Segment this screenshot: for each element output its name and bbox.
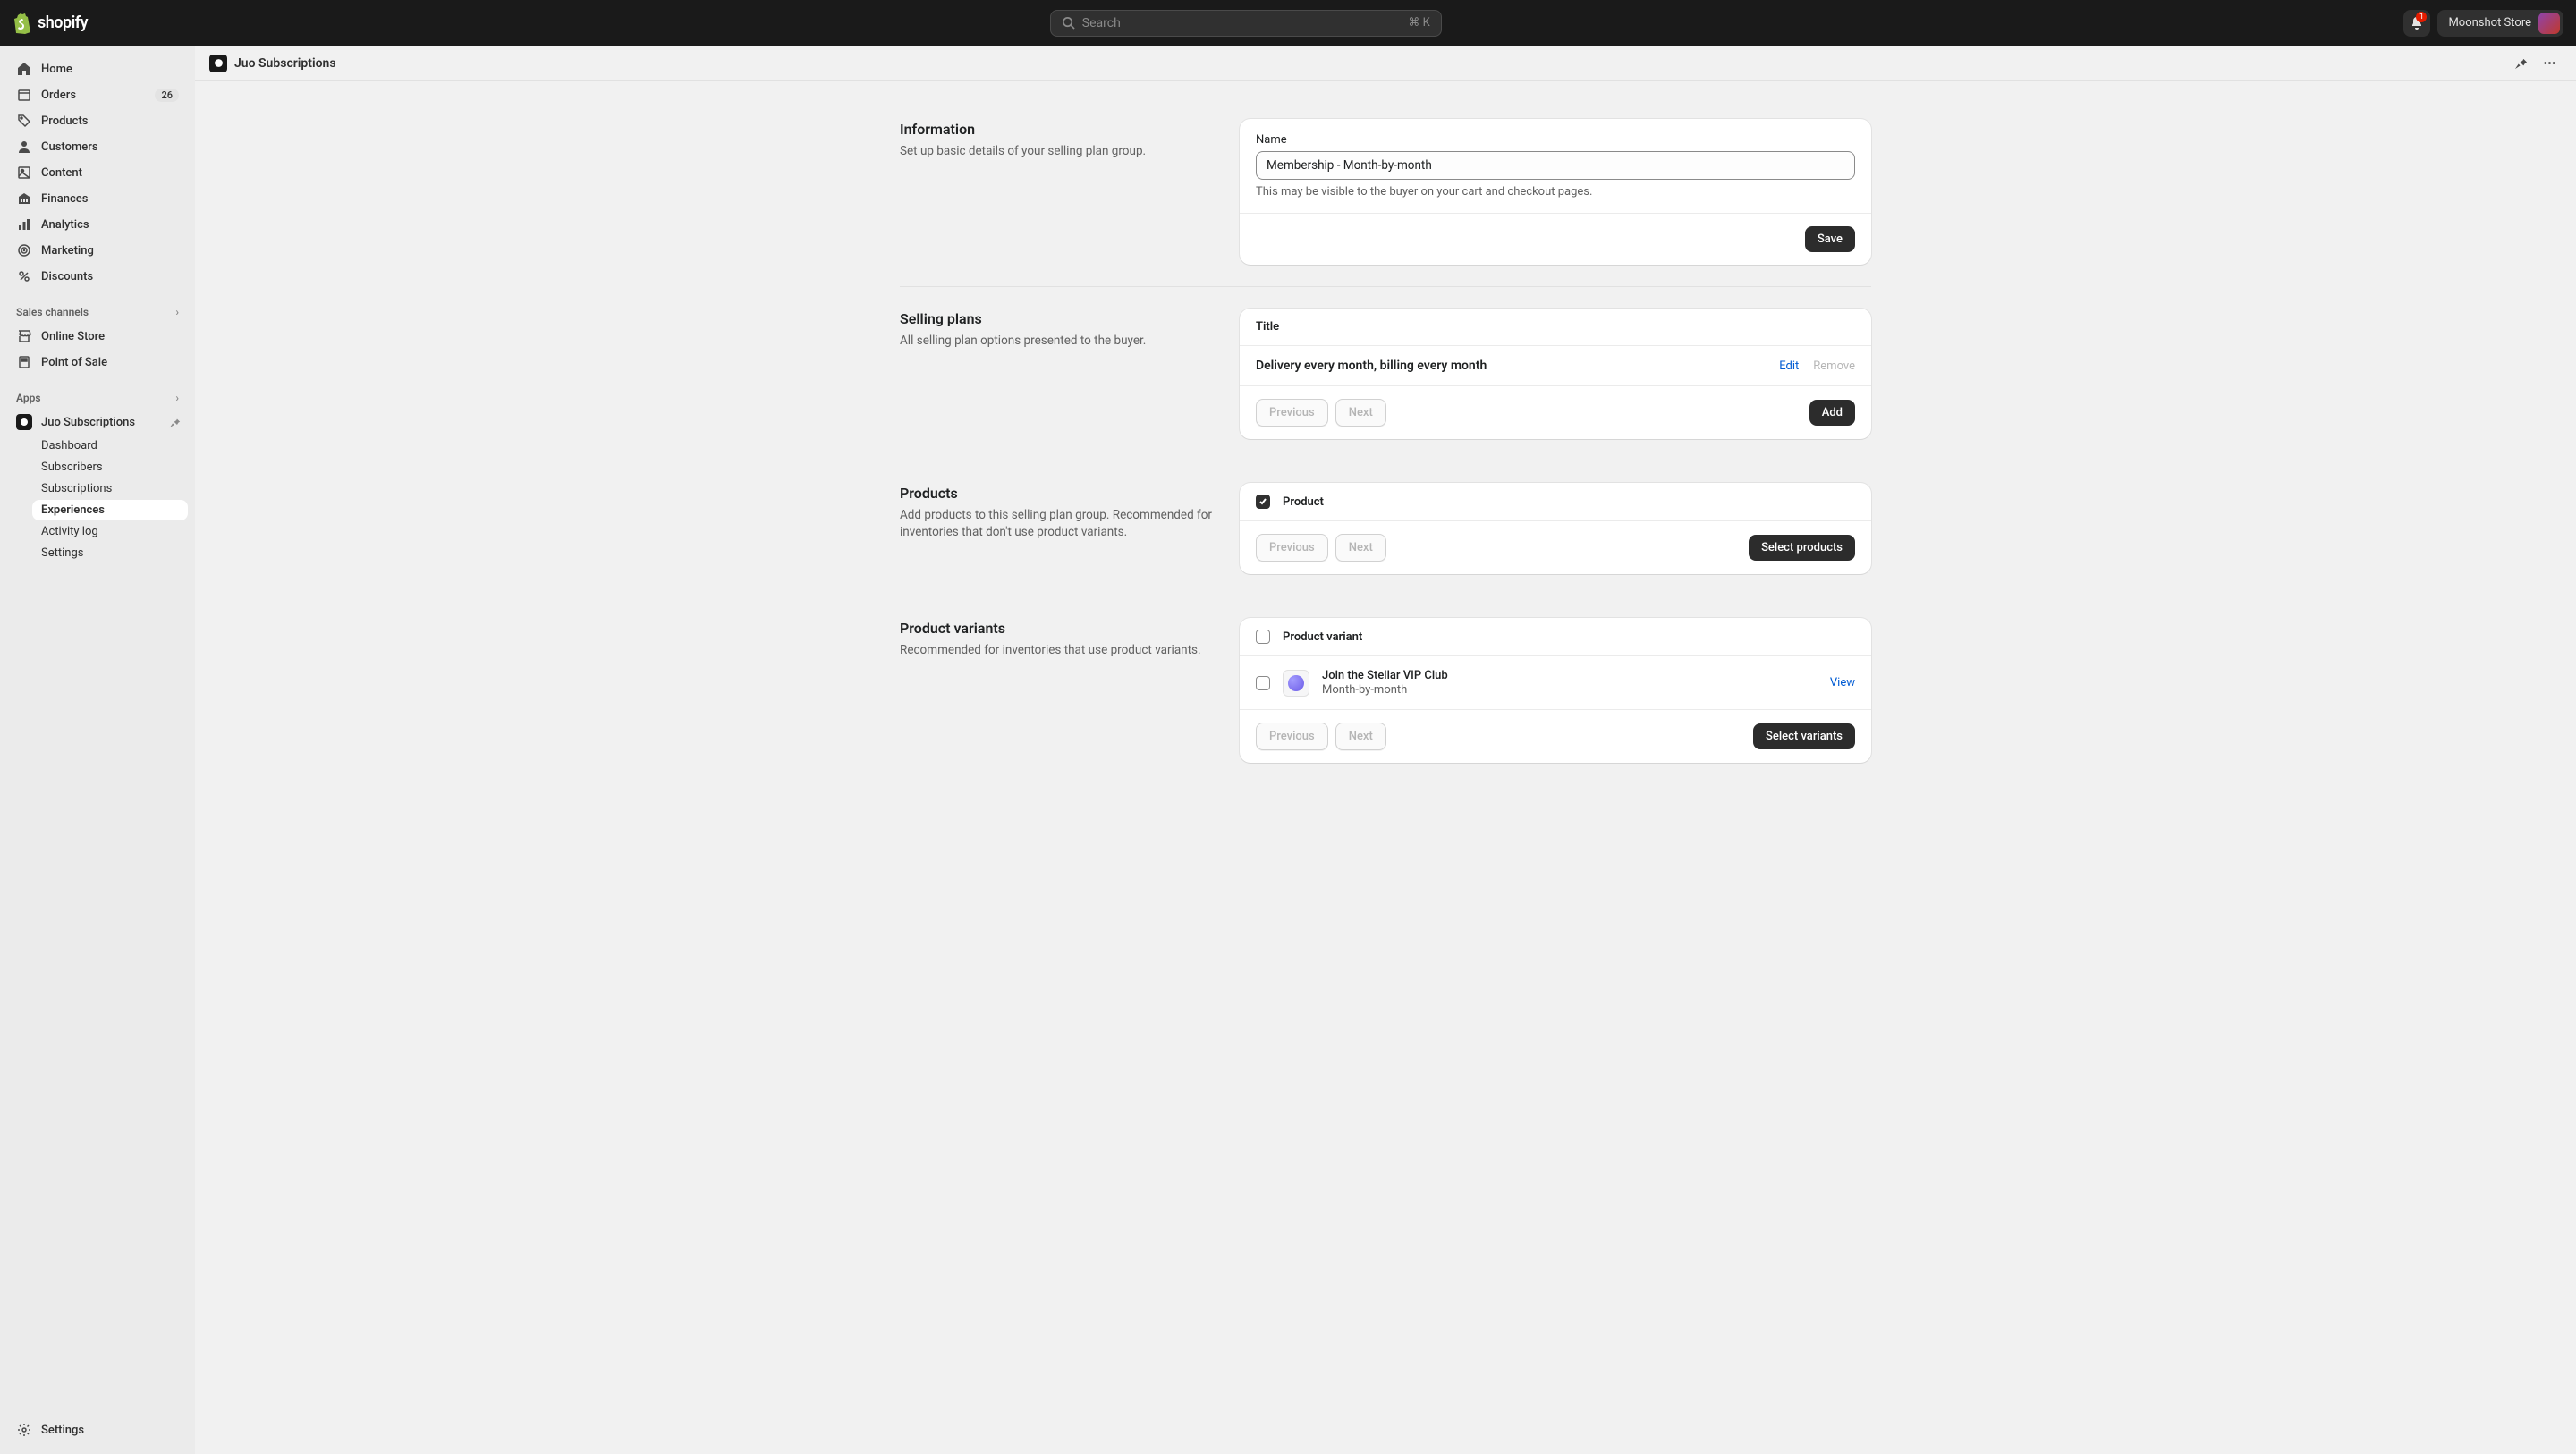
nav-orders[interactable]: Orders 26 xyxy=(7,82,188,107)
finances-icon xyxy=(16,190,32,207)
content-icon xyxy=(16,165,32,181)
nav-dashboard[interactable]: Dashboard xyxy=(32,435,188,456)
add-plan-button[interactable]: Add xyxy=(1809,400,1855,426)
variant-title: Join the Stellar VIP Club xyxy=(1322,669,1818,682)
marketing-icon xyxy=(16,242,32,258)
topbar: shopify Search ⌘ K 1 Moonshot Store xyxy=(0,0,2576,46)
variants-next-button: Next xyxy=(1335,723,1386,750)
nav-activity-log[interactable]: Activity log xyxy=(32,521,188,542)
more-actions-button[interactable] xyxy=(2537,51,2562,76)
section-variants: Product variants Recommended for invento… xyxy=(900,596,1871,784)
products-icon xyxy=(16,113,32,129)
section-selling-plans: Selling plans All selling plan options p… xyxy=(900,286,1871,461)
plans-prev-button: Previous xyxy=(1256,399,1328,427)
nav-settings[interactable]: Settings xyxy=(7,1417,188,1442)
nav-subscribers[interactable]: Subscribers xyxy=(32,457,188,478)
products-select-all-checkbox[interactable] xyxy=(1256,495,1270,509)
notification-badge: 1 xyxy=(2416,12,2427,22)
chevron-right-icon: › xyxy=(175,306,179,318)
pos-icon xyxy=(16,354,32,370)
search-shortcut: ⌘ K xyxy=(1408,16,1429,30)
information-description: Set up basic details of your selling pla… xyxy=(900,143,1218,160)
selling-plan-row: Delivery every month, billing every mont… xyxy=(1240,345,1871,385)
nav-point-of-sale[interactable]: Point of Sale xyxy=(7,350,188,375)
nav-app-settings[interactable]: Settings xyxy=(32,543,188,563)
page-title: Juo Subscriptions xyxy=(234,56,336,71)
nav-discounts[interactable]: Discounts xyxy=(7,264,188,289)
nav-home[interactable]: Home xyxy=(7,56,188,81)
save-button[interactable]: Save xyxy=(1805,226,1855,252)
section-products: Products Add products to this selling pl… xyxy=(900,461,1871,596)
nav-products[interactable]: Products xyxy=(7,108,188,133)
nav-subscriptions[interactable]: Subscriptions xyxy=(32,478,188,499)
nav-marketing[interactable]: Marketing xyxy=(7,238,188,263)
orders-badge: 26 xyxy=(155,89,179,102)
select-products-button[interactable]: Select products xyxy=(1749,535,1855,561)
nav-finances[interactable]: Finances xyxy=(7,186,188,211)
selling-plans-heading: Selling plans xyxy=(900,310,1218,327)
page-header: Juo Subscriptions xyxy=(195,46,2576,81)
orders-icon xyxy=(16,87,32,103)
app-badge-icon xyxy=(209,55,227,72)
gear-icon xyxy=(16,1422,32,1438)
plans-next-button: Next xyxy=(1335,399,1386,427)
customers-icon xyxy=(16,139,32,155)
products-heading: Products xyxy=(900,485,1218,502)
shopify-wordmark: shopify xyxy=(38,13,88,32)
section-information: Information Set up basic details of your… xyxy=(900,97,1871,286)
products-description: Add products to this selling plan group.… xyxy=(900,507,1218,541)
variant-row: Join the Stellar VIP Club Month-by-month… xyxy=(1240,655,1871,709)
title-column-header: Title xyxy=(1256,320,1279,334)
variant-subtitle: Month-by-month xyxy=(1322,683,1818,697)
variants-description: Recommended for inventories that use pro… xyxy=(900,642,1218,659)
notifications-button[interactable]: 1 xyxy=(2403,10,2430,37)
avatar xyxy=(2538,13,2560,34)
nav-customers[interactable]: Customers xyxy=(7,134,188,159)
sales-channels-header[interactable]: Sales channels › xyxy=(7,300,188,324)
home-icon xyxy=(16,61,32,77)
information-heading: Information xyxy=(900,121,1218,138)
main-content: Information Set up basic details of your… xyxy=(195,0,2576,836)
sidebar: Home Orders 26 Products Customers Conten… xyxy=(0,46,195,1454)
nav-experiences[interactable]: Experiences xyxy=(32,500,188,520)
variants-select-all-checkbox[interactable] xyxy=(1256,630,1270,644)
search-icon xyxy=(1062,16,1075,30)
juo-app-icon xyxy=(16,414,32,430)
nav-content[interactable]: Content xyxy=(7,160,188,185)
product-column-header: Product xyxy=(1283,495,1324,509)
analytics-icon xyxy=(16,216,32,232)
variants-heading: Product variants xyxy=(900,620,1218,637)
view-variant-link[interactable]: View xyxy=(1830,676,1855,689)
selling-plans-description: All selling plan options presented to th… xyxy=(900,333,1218,350)
name-label: Name xyxy=(1256,133,1855,147)
shopify-logo[interactable]: shopify xyxy=(13,13,88,34)
apps-header[interactable]: Apps › xyxy=(7,386,188,410)
name-input[interactable] xyxy=(1256,151,1855,180)
variants-prev-button: Previous xyxy=(1256,723,1328,750)
pin-page-button[interactable] xyxy=(2508,51,2533,76)
products-prev-button: Previous xyxy=(1256,534,1328,562)
store-menu[interactable]: Moonshot Store xyxy=(2437,10,2563,37)
variant-checkbox[interactable] xyxy=(1256,676,1270,690)
pin-icon[interactable] xyxy=(169,417,181,428)
variant-column-header: Product variant xyxy=(1283,630,1362,644)
variant-thumbnail xyxy=(1283,670,1309,697)
nav-analytics[interactable]: Analytics xyxy=(7,212,188,237)
products-next-button: Next xyxy=(1335,534,1386,562)
nav-app-juo[interactable]: Juo Subscriptions xyxy=(7,410,188,435)
name-help: This may be visible to the buyer on your… xyxy=(1256,185,1855,199)
select-variants-button[interactable]: Select variants xyxy=(1753,723,1855,749)
shopify-icon xyxy=(13,13,32,34)
nav-online-store[interactable]: Online Store xyxy=(7,324,188,349)
global-search[interactable]: Search ⌘ K xyxy=(1050,10,1442,37)
store-name: Moonshot Store xyxy=(2448,16,2531,30)
selling-plan-title: Delivery every month, billing every mont… xyxy=(1256,359,1779,373)
chevron-right-icon: › xyxy=(175,392,179,404)
remove-link: Remove xyxy=(1813,359,1855,373)
discounts-icon xyxy=(16,268,32,284)
search-placeholder: Search xyxy=(1082,16,1402,30)
store-icon xyxy=(16,328,32,344)
edit-link[interactable]: Edit xyxy=(1779,359,1799,373)
